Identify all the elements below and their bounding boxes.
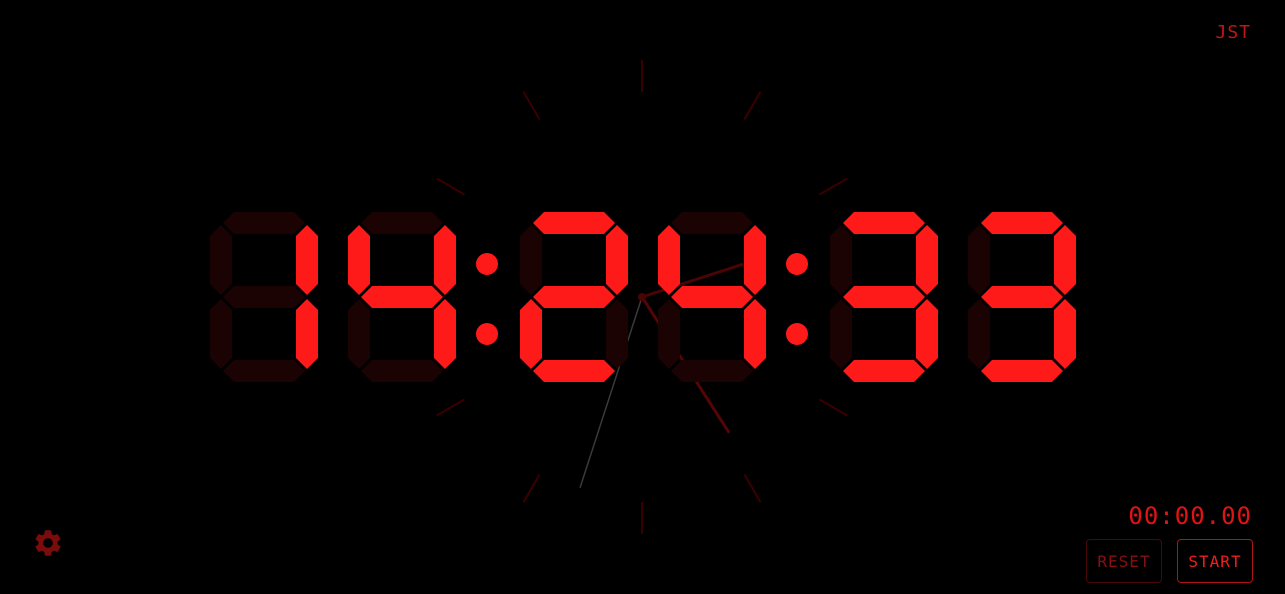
segment-top xyxy=(981,212,1063,234)
segment-lower-right xyxy=(296,299,318,369)
segment-lower-right xyxy=(744,299,766,369)
dial-tick xyxy=(522,474,541,503)
segment-lower-left xyxy=(830,299,852,369)
segment-upper-right xyxy=(606,225,628,295)
segment-lower-left xyxy=(348,299,370,369)
segment-upper-left xyxy=(520,225,542,295)
segment-upper-left xyxy=(348,225,370,295)
segment-upper-left xyxy=(968,225,990,295)
segment-upper-right xyxy=(434,225,456,295)
dial-tick xyxy=(819,398,848,417)
segment-bottom xyxy=(223,360,305,382)
segment-top xyxy=(843,212,925,234)
segment-top xyxy=(533,212,615,234)
digit-3 xyxy=(520,212,628,382)
segment-bottom xyxy=(361,360,443,382)
segment-bottom xyxy=(843,360,925,382)
digit-1 xyxy=(210,212,318,382)
segment-upper-right xyxy=(744,225,766,295)
clock-face xyxy=(210,60,1076,534)
segment-middle xyxy=(671,286,753,308)
hands-hub xyxy=(638,293,646,301)
dial-tick xyxy=(436,398,465,417)
segment-lower-right xyxy=(1054,299,1076,369)
segment-upper-left xyxy=(658,225,680,295)
segment-upper-right xyxy=(1054,225,1076,295)
segment-upper-left xyxy=(830,225,852,295)
segment-lower-left xyxy=(658,299,680,369)
segment-bottom xyxy=(533,360,615,382)
segment-top xyxy=(223,212,305,234)
dial-tick xyxy=(743,474,762,503)
segment-lower-right xyxy=(434,299,456,369)
segment-bottom xyxy=(981,360,1063,382)
digit-2 xyxy=(348,212,456,382)
colon-dot xyxy=(786,323,808,345)
segment-top xyxy=(361,212,443,234)
gear-icon[interactable] xyxy=(32,527,64,559)
segment-lower-right xyxy=(606,299,628,369)
segment-lower-left xyxy=(968,299,990,369)
segment-middle xyxy=(361,286,443,308)
timezone-label: JST xyxy=(1215,22,1251,43)
segment-top xyxy=(671,212,753,234)
segment-lower-right xyxy=(916,299,938,369)
segment-middle xyxy=(981,286,1063,308)
segment-upper-right xyxy=(296,225,318,295)
segment-upper-left xyxy=(210,225,232,295)
segment-middle xyxy=(533,286,615,308)
colon-dot xyxy=(476,253,498,275)
reset-button[interactable]: RESET xyxy=(1086,539,1162,583)
colon-dot xyxy=(476,323,498,345)
start-button[interactable]: START xyxy=(1177,539,1253,583)
segment-lower-left xyxy=(210,299,232,369)
dial-tick xyxy=(522,91,541,120)
dial-tick xyxy=(819,177,848,196)
colon-dot xyxy=(786,253,808,275)
segment-upper-right xyxy=(916,225,938,295)
dial-tick xyxy=(436,177,465,196)
digit-4 xyxy=(658,212,766,382)
dial-tick xyxy=(743,91,762,120)
segment-middle xyxy=(843,286,925,308)
digit-6 xyxy=(968,212,1076,382)
stopwatch-time: 00:00.00 xyxy=(1128,502,1252,530)
segment-middle xyxy=(223,286,305,308)
segment-bottom xyxy=(671,360,753,382)
digit-5 xyxy=(830,212,938,382)
segment-lower-left xyxy=(520,299,542,369)
